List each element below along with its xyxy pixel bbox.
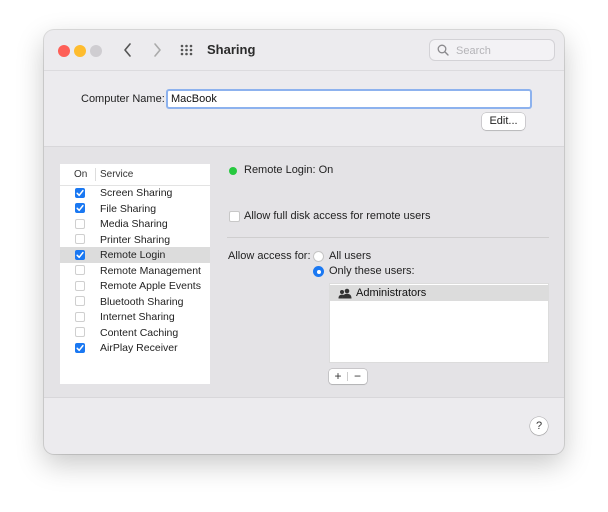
checkmark-icon [76, 344, 84, 351]
status-indicator [229, 167, 237, 175]
service-row[interactable]: Bluetooth Sharing [60, 294, 210, 310]
header-divider [95, 168, 96, 181]
service-row[interactable]: Screen Sharing [60, 185, 210, 201]
service-name: File Sharing [100, 202, 157, 215]
preferences-window: Sharing Computer Name: Edit... On Servic… [44, 30, 564, 454]
service-checkbox[interactable] [75, 249, 85, 260]
close-window-button[interactable] [58, 45, 70, 57]
search-input[interactable] [454, 42, 550, 60]
service-row[interactable]: File Sharing [60, 201, 210, 217]
service-checkbox[interactable] [75, 218, 85, 229]
service-rows: Screen Sharing File Sharing Media Sharing P… [60, 185, 210, 356]
remove-user-button[interactable]: − [348, 369, 367, 384]
window-title: Sharing [207, 42, 256, 57]
users-list[interactable]: Administrators [329, 283, 549, 363]
service-name: Internet Sharing [100, 311, 175, 323]
service-name: Remote Login [100, 249, 166, 261]
service-name: Screen Sharing [100, 187, 173, 199]
only-these-users-label[interactable]: Only these users: [329, 265, 415, 277]
computer-name-section: Computer Name: Edit... [44, 70, 564, 146]
service-list-header: On Service [60, 164, 210, 186]
chevron-right-icon [154, 43, 161, 57]
service-name: AirPlay Receiver [100, 342, 178, 354]
service-row[interactable]: Internet Sharing [60, 309, 210, 325]
zoom-window-button[interactable] [90, 45, 102, 57]
checkmark-icon [76, 189, 84, 196]
search-icon [437, 44, 449, 56]
computer-name-field[interactable] [166, 89, 532, 109]
service-name: Media Sharing [100, 218, 168, 230]
forward-button[interactable] [147, 40, 167, 60]
service-checkbox[interactable] [75, 311, 85, 322]
service-name: Printer Sharing [100, 233, 171, 246]
only-these-users-radio[interactable] [313, 266, 324, 277]
checkmark-icon [76, 251, 84, 258]
full-disk-access-checkbox[interactable] [229, 211, 240, 222]
service-checkbox[interactable] [75, 203, 85, 213]
service-name: Remote Management [100, 264, 201, 277]
sharing-main-panel: On Service Screen Sharing File Sharing Med… [44, 146, 564, 398]
header-service[interactable]: Service [100, 169, 133, 180]
titlebar: Sharing [44, 30, 564, 70]
service-checkbox[interactable] [75, 234, 85, 244]
computer-name-label: Computer Name: [81, 93, 165, 105]
back-button[interactable] [118, 40, 138, 60]
service-row[interactable]: Printer Sharing [60, 232, 210, 248]
service-checkbox[interactable] [75, 327, 85, 337]
service-checkbox[interactable] [75, 296, 85, 306]
all-users-label[interactable]: All users [329, 250, 371, 262]
help-button[interactable]: ? [530, 417, 548, 435]
edit-button[interactable]: Edit... [482, 113, 525, 130]
service-checkbox[interactable] [75, 280, 85, 291]
add-remove-control: + − [329, 369, 367, 384]
show-all-button[interactable] [178, 40, 198, 60]
service-checkbox[interactable] [75, 342, 85, 353]
service-row[interactable]: Remote Apple Events [60, 278, 210, 294]
service-checkbox[interactable] [75, 187, 85, 198]
service-name: Content Caching [100, 326, 179, 339]
service-name: Bluetooth Sharing [100, 295, 184, 308]
user-row[interactable]: Administrators [330, 285, 548, 301]
minimize-window-button[interactable] [74, 45, 86, 57]
group-icon [338, 288, 352, 299]
divider [227, 237, 549, 238]
service-row[interactable]: Content Caching [60, 325, 210, 341]
access-label: Allow access for: [228, 250, 311, 262]
service-checkbox[interactable] [75, 265, 85, 275]
service-status: Remote Login: On [244, 164, 334, 176]
chevron-left-icon [124, 43, 131, 57]
grid-icon [180, 44, 193, 56]
user-name: Administrators [356, 287, 427, 299]
full-disk-access-label[interactable]: Allow full disk access for remote users [244, 210, 430, 222]
service-row[interactable]: Remote Login [60, 247, 210, 263]
checkmark-icon [76, 204, 84, 212]
service-row[interactable]: Media Sharing [60, 216, 210, 232]
all-users-radio[interactable] [313, 251, 324, 262]
search-field[interactable] [429, 39, 555, 61]
service-name: Remote Apple Events [100, 280, 201, 292]
service-row[interactable]: AirPlay Receiver [60, 340, 210, 356]
add-user-button[interactable]: + [329, 369, 347, 384]
service-list: On Service Screen Sharing File Sharing Med… [60, 164, 210, 384]
header-on[interactable]: On [74, 169, 87, 180]
service-row[interactable]: Remote Management [60, 263, 210, 279]
